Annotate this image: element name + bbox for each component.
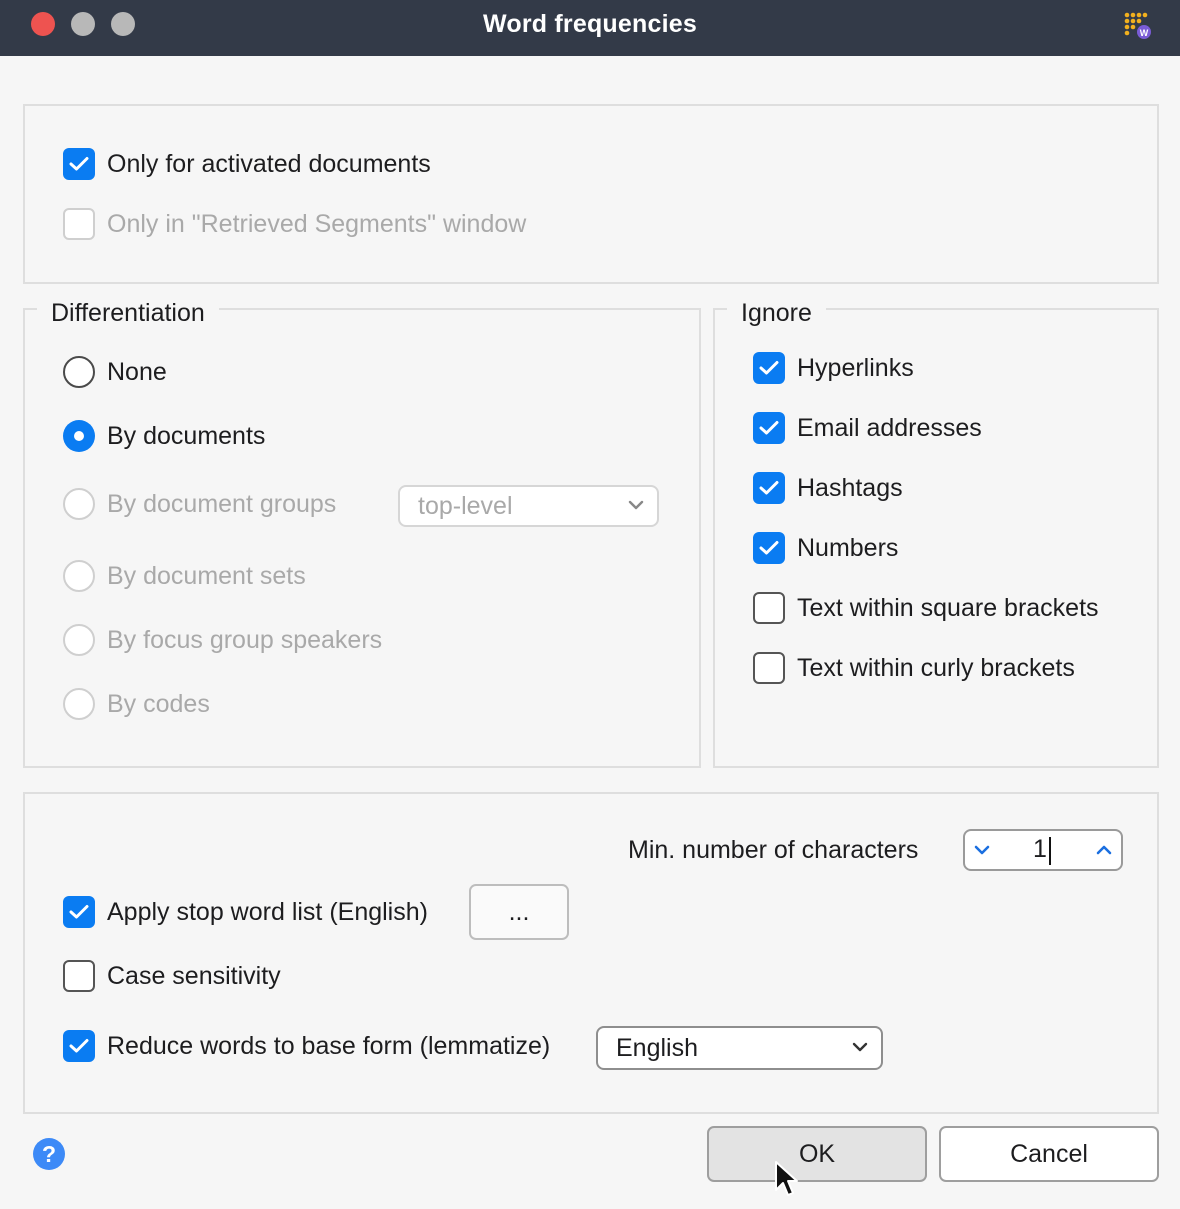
radio-none[interactable]: None [63,356,167,388]
ignore-hyperlinks-label: Hyperlinks [797,353,914,382]
ignore-curly-brackets-checkbox[interactable]: Text within curly brackets [753,652,1075,684]
radio-by-document-groups-label: By document groups [107,489,337,518]
checkbox-checked-icon [63,1030,95,1062]
radio-by-codes[interactable]: By codes [63,688,210,720]
lemmatize-label: Reduce words to base form (lemmatize) [107,1031,551,1060]
activated-documents-label: Only for activated documents [107,149,431,178]
ignore-hyperlinks-checkbox[interactable]: Hyperlinks [753,352,914,384]
help-button[interactable]: ? [33,1138,65,1170]
differentiation-legend: Differentiation [37,298,219,328]
radio-unselected-icon [63,560,95,592]
checkbox-unchecked-icon [63,960,95,992]
radio-unselected-icon [63,488,95,520]
ignore-square-brackets-label: Text within square brackets [797,593,1099,622]
checkbox-checked-icon [753,412,785,444]
checkbox-checked-icon [63,148,95,180]
radio-by-document-groups[interactable]: By document groups [63,488,336,520]
ignore-numbers-checkbox[interactable]: Numbers [753,532,898,564]
radio-selected-icon [63,420,95,452]
checkbox-unchecked-icon [63,208,95,240]
lemmatize-checkbox[interactable]: Reduce words to base form (lemmatize) [63,1030,550,1062]
stop-words-label: Apply stop word list (English) [107,897,428,926]
ok-button[interactable]: OK [707,1126,927,1182]
stop-words-edit-button[interactable]: ... [469,884,569,940]
chevron-up-icon[interactable] [1095,843,1113,857]
min-chars-stepper[interactable]: 1 [963,829,1123,871]
ignore-numbers-label: Numbers [797,533,899,562]
mouse-pointer-icon [775,1161,798,1196]
retrieved-segments-label: Only in "Retrieved Segments" window [107,209,527,238]
radio-by-document-sets[interactable]: By document sets [63,560,306,592]
checkbox-checked-icon [753,532,785,564]
ignore-email-checkbox[interactable]: Email addresses [753,412,982,444]
radio-by-codes-label: By codes [107,689,210,718]
radio-unselected-icon [63,356,95,388]
ignore-hashtags-label: Hashtags [797,473,903,502]
chevron-down-icon [852,1042,868,1052]
lemmatize-language-select[interactable]: English [596,1026,883,1070]
svg-text:W: W [1140,28,1149,38]
ignore-hashtags-checkbox[interactable]: Hashtags [753,472,903,504]
text-cursor [1049,837,1051,865]
checkbox-checked-icon [753,352,785,384]
lemmatize-language-value: English [616,1033,698,1062]
stop-words-checkbox[interactable]: Apply stop word list (English) [63,896,428,928]
ignore-legend: Ignore [727,298,826,328]
group-level-value: top-level [418,491,513,520]
radio-by-documents[interactable]: By documents [63,420,265,452]
checkbox-checked-icon [63,896,95,928]
ignore-curly-brackets-label: Text within curly brackets [797,653,1075,682]
chevron-down-icon[interactable] [973,843,991,857]
title-bar: Word frequencies W [0,0,1180,56]
radio-by-documents-label: By documents [107,421,266,450]
group-level-select[interactable]: top-level [398,485,659,527]
min-chars-label: Min. number of characters [628,836,919,864]
help-icon: ? [41,1140,57,1167]
min-chars-value[interactable]: 1 [1033,835,1047,864]
activated-documents-checkbox[interactable]: Only for activated documents [63,148,431,180]
checkbox-unchecked-icon [753,652,785,684]
chevron-down-icon [628,500,644,510]
case-sensitivity-label: Case sensitivity [107,961,281,990]
checkbox-unchecked-icon [753,592,785,624]
retrieved-segments-checkbox[interactable]: Only in "Retrieved Segments" window [63,208,526,240]
case-sensitivity-checkbox[interactable]: Case sensitivity [63,960,281,992]
ignore-square-brackets-checkbox[interactable]: Text within square brackets [753,592,1099,624]
ignore-email-label: Email addresses [797,413,982,442]
scope-group [23,104,1159,284]
radio-unselected-icon [63,624,95,656]
window-title: Word frequencies [483,10,697,38]
radio-unselected-icon [63,688,95,720]
cancel-button[interactable]: Cancel [939,1126,1159,1182]
app-word-frequency-icon: W [1124,12,1151,39]
radio-none-label: None [107,357,167,386]
radio-by-focus-group-speakers-label: By focus group speakers [107,625,383,654]
radio-by-document-sets-label: By document sets [107,561,306,590]
radio-by-focus-group-speakers[interactable]: By focus group speakers [63,624,382,656]
checkbox-checked-icon [753,472,785,504]
